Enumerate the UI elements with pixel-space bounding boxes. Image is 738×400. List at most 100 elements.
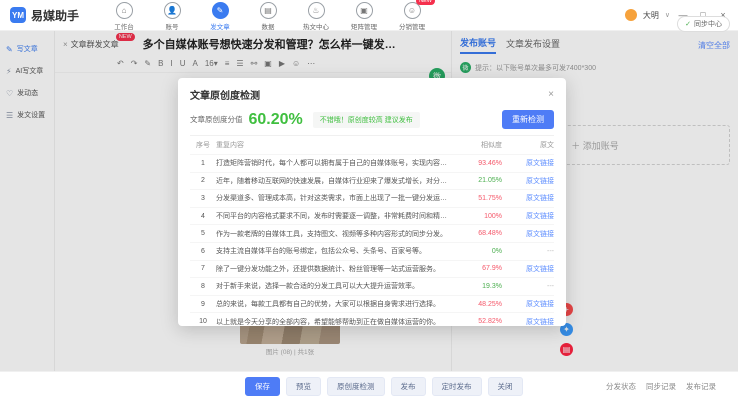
row-content: 近年，随着移动互联网的快速发展，自媒体行业迎来了爆发式增长，对分发管理有需求。 — [216, 176, 458, 186]
top-nav-item[interactable]: ⌂ 工作台 — [107, 0, 141, 31]
new-badge: NEW — [416, 0, 435, 5]
nav-label: 数据 — [262, 21, 275, 31]
bottom-bar: 保存预览原创度检测发布定时发布关闭 分发状态同步记录发布记录 — [0, 371, 738, 400]
table-row: 10 以上就是今天分享的全部内容，希望能够帮助到正在做自媒体运营的你。 52.8… — [190, 312, 554, 330]
source-link[interactable]: 原文链接 — [502, 158, 554, 168]
row-number: 6 — [190, 248, 216, 255]
bottom-bar-link[interactable]: 发布记录 — [686, 381, 716, 392]
user-name[interactable]: 大明 — [643, 10, 659, 21]
sync-center-label: 同步中心 — [694, 19, 722, 29]
nav-icon: ✎ — [212, 2, 229, 19]
nav-icon: ⌂ — [116, 2, 133, 19]
bottom-bar-link[interactable]: 分发状态 — [606, 381, 636, 392]
table-row: 5 作为一款老牌的自媒体工具，支持图文、视频等多种内容形式的同步分发。 68.4… — [190, 224, 554, 242]
bottom-bar-button[interactable]: 原创度检测 — [327, 377, 385, 396]
score-value: 60.20% — [249, 111, 303, 129]
app-name: 易媒助手 — [31, 7, 79, 24]
app-window: YM 易媒助手 ⌂ 工作台 👤 账号 ✎ 发文章 ▤ 数据 ♨ 热文中心 ▣ 矩… — [0, 0, 738, 400]
check-icon: ✓ — [685, 20, 691, 28]
nav-label: 工作台 — [114, 21, 134, 31]
source-link[interactable]: 原文链接 — [502, 264, 554, 274]
chevron-down-icon[interactable]: ∨ — [665, 11, 670, 19]
row-similarity: 48.25% — [458, 301, 502, 308]
row-similarity: 52.82% — [458, 318, 502, 325]
table-row: 1 打造矩阵营销时代，每个人都可以拥有属于自己的自媒体账号，实现内容的快速分发。… — [190, 154, 554, 172]
close-icon[interactable]: × — [548, 89, 554, 100]
row-content: 支持主流自媒体平台的账号绑定，包括公众号、头条号、百家号等。 — [216, 246, 458, 256]
row-number: 9 — [190, 301, 216, 308]
bottom-links: 分发状态同步记录发布记录 — [606, 381, 738, 392]
recheck-button[interactable]: 重新检测 — [502, 110, 554, 129]
row-similarity: 21.05% — [458, 177, 502, 184]
row-similarity: 19.3% — [458, 283, 502, 290]
bottom-bar-button[interactable]: 关闭 — [488, 377, 523, 396]
nav-label: 发文章 — [210, 21, 230, 31]
col-source: 原文 — [502, 140, 554, 150]
bottom-bar-link[interactable]: 同步记录 — [646, 381, 676, 392]
table-row: 8 对于新手来说，选择一款合适的分发工具可以大大提升运营效率。 19.3% --… — [190, 277, 554, 295]
row-similarity: 67.9% — [458, 265, 502, 272]
nav-label: 矩阵管理 — [351, 21, 377, 31]
sync-center-button[interactable]: ✓ 同步中心 — [677, 16, 730, 32]
table-row: 4 不同平台的内容格式要求不同，发布时需要逐一调整，非常耗费时间和精力。 100… — [190, 207, 554, 225]
source-link[interactable]: 原文链接 — [502, 317, 554, 327]
row-number: 5 — [190, 230, 216, 237]
source-link[interactable]: 原文链接 — [502, 229, 554, 239]
row-content: 对于新手来说，选择一款合适的分发工具可以大大提升运营效率。 — [216, 281, 458, 291]
table-row: 9 总的来说，每款工具都有自己的优势，大家可以根据自身需求进行选择。 48.25… — [190, 295, 554, 313]
top-nav-item[interactable]: ▣ 矩阵管理 — [347, 0, 381, 31]
row-similarity: 68.48% — [458, 230, 502, 237]
nav-label: 热文中心 — [303, 21, 329, 31]
score-label: 文章原创度分值 — [190, 114, 243, 125]
bottom-bar-button[interactable]: 预览 — [286, 377, 321, 396]
similarity-table: 序号 重复内容 相似度 原文 1 打造矩阵营销时代，每个人都可以拥有属于自己的自… — [178, 135, 566, 330]
source-link[interactable]: 原文链接 — [502, 211, 554, 221]
top-nav-item[interactable]: ▤ 数据 — [251, 0, 285, 31]
row-similarity: 0% — [458, 248, 502, 255]
source-link[interactable]: 原文链接 — [502, 299, 554, 309]
user-avatar[interactable] — [625, 9, 637, 21]
row-content: 分发渠道多、管理成本高，针对这类需求，市面上出现了一批一键分发运营工具。 — [216, 193, 458, 203]
top-nav: ⌂ 工作台 👤 账号 ✎ 发文章 ▤ 数据 ♨ 热文中心 ▣ 矩阵管理 ☺ 分销… — [107, 0, 429, 31]
source-link[interactable]: --- — [502, 283, 554, 290]
col-content: 重复内容 — [216, 140, 458, 150]
row-content: 以上就是今天分享的全部内容，希望能够帮助到正在做自媒体运营的你。 — [216, 317, 458, 327]
row-content: 作为一款老牌的自媒体工具，支持图文、视频等多种内容形式的同步分发。 — [216, 229, 458, 239]
nav-label: 账号 — [166, 21, 179, 31]
bottom-bar-button[interactable]: 定时发布 — [432, 377, 482, 396]
source-link[interactable]: 原文链接 — [502, 193, 554, 203]
row-number: 2 — [190, 177, 216, 184]
top-nav-item[interactable]: ✎ 发文章 — [203, 0, 237, 31]
table-body: 1 打造矩阵营销时代，每个人都可以拥有属于自己的自媒体账号，实现内容的快速分发。… — [190, 154, 554, 330]
source-link[interactable]: --- — [502, 248, 554, 255]
table-row: 7 除了一键分发功能之外，还提供数据统计、粉丝管理等一站式运营服务。 67.9%… — [190, 260, 554, 278]
bottom-bar-button[interactable]: 发布 — [391, 377, 426, 396]
nav-label: 分销管理 — [399, 21, 425, 31]
row-similarity: 51.75% — [458, 195, 502, 202]
source-link[interactable]: 原文链接 — [502, 176, 554, 186]
row-content: 除了一键分发功能之外，还提供数据统计、粉丝管理等一站式运营服务。 — [216, 264, 458, 274]
app-logo: YM 易媒助手 — [0, 7, 89, 24]
row-number: 10 — [190, 318, 216, 325]
modal-title: 文章原创度检测 — [190, 87, 260, 102]
originality-check-modal: 文章原创度检测 × 文章原创度分值 60.20% 不错哦！原创度较高 建议发布 … — [178, 78, 566, 326]
table-row: 3 分发渠道多、管理成本高，针对这类需求，市面上出现了一批一键分发运营工具。 5… — [190, 189, 554, 207]
top-nav-item[interactable]: ☺ 分销管理 NEW — [395, 0, 429, 31]
score-row: 文章原创度分值 60.20% 不错哦！原创度较高 建议发布 重新检测 — [178, 108, 566, 135]
title-bar: YM 易媒助手 ⌂ 工作台 👤 账号 ✎ 发文章 ▤ 数据 ♨ 热文中心 ▣ 矩… — [0, 0, 738, 31]
top-nav-item[interactable]: ♨ 热文中心 — [299, 0, 333, 31]
row-number: 1 — [190, 160, 216, 167]
bottom-bar-button[interactable]: 保存 — [245, 377, 280, 396]
row-number: 8 — [190, 283, 216, 290]
row-content: 总的来说，每款工具都有自己的优势，大家可以根据自身需求进行选择。 — [216, 299, 458, 309]
row-number: 7 — [190, 265, 216, 272]
row-number: 3 — [190, 195, 216, 202]
top-nav-item[interactable]: 👤 账号 — [155, 0, 189, 31]
row-similarity: 100% — [458, 213, 502, 220]
col-no: 序号 — [190, 140, 216, 150]
row-similarity: 93.46% — [458, 160, 502, 167]
modal-header: 文章原创度检测 × — [178, 78, 566, 108]
row-number: 4 — [190, 213, 216, 220]
table-header-row: 序号 重复内容 相似度 原文 — [190, 135, 554, 154]
bottom-buttons: 保存预览原创度检测发布定时发布关闭 — [245, 377, 523, 396]
